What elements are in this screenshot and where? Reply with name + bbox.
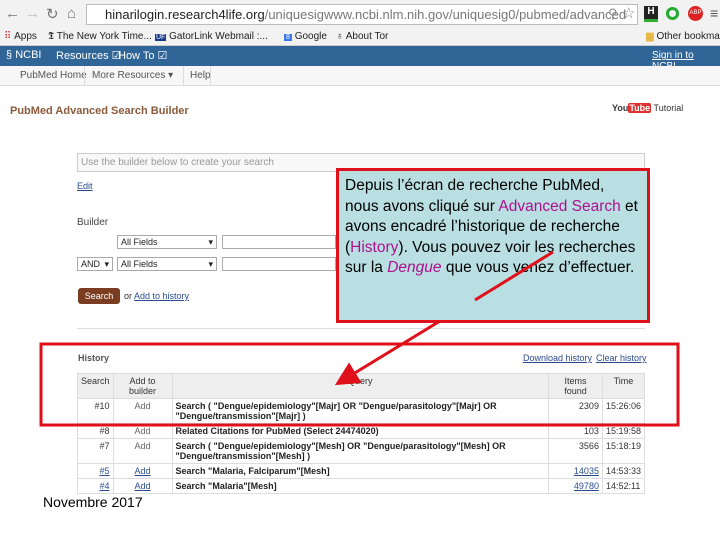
footer-date: Novembre 2017	[43, 494, 143, 510]
history-highlight-box	[39, 342, 680, 427]
annotation-callout: Depuis l’écran de recherche PubMed, nous…	[336, 168, 650, 323]
